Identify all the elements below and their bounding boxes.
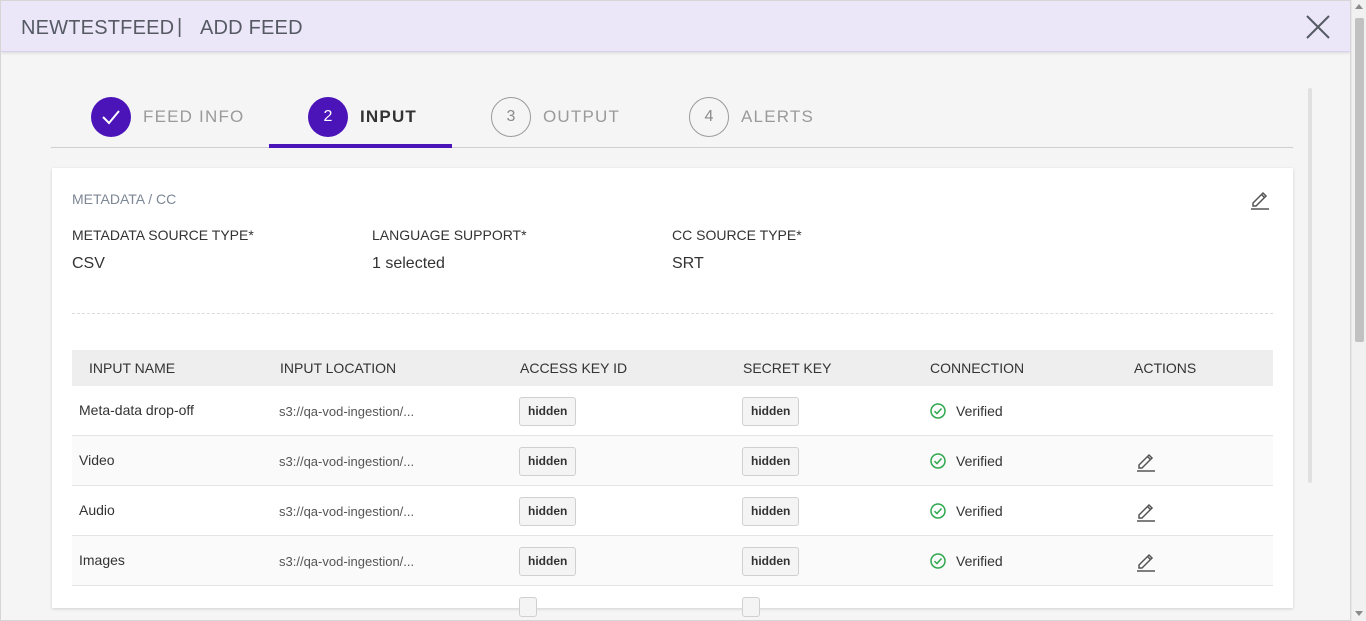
close-icon [1306, 15, 1330, 39]
connection-label: Verified [956, 403, 1003, 419]
column-header: CONNECTION [930, 360, 1025, 376]
tab-output[interactable]: 3 OUTPUT [491, 87, 631, 147]
active-tab-indicator [269, 144, 452, 148]
table-header: INPUT NAME INPUT LOCATION ACCESS KEY ID … [72, 350, 1273, 386]
scroll-up-arrow-icon[interactable] [1355, 4, 1363, 9]
input-name: Meta-data drop-off [79, 402, 194, 418]
check-circle-icon [930, 503, 946, 519]
tab-input[interactable]: 2 INPUT [308, 87, 448, 147]
access-key-reveal[interactable]: hidden [519, 497, 577, 526]
edit-input-button[interactable] [1135, 500, 1157, 522]
secret-key-reveal[interactable]: hidden [742, 397, 800, 426]
secret-key-reveal[interactable]: hidden [742, 447, 800, 476]
secret-key-reveal[interactable]: hidden [742, 547, 800, 576]
connection-status: Verified [930, 553, 1003, 569]
input-location: s3://qa-vod-ingestion/... [279, 554, 415, 569]
header-separator: | [177, 16, 183, 38]
scroll-down-arrow-icon[interactable] [1355, 611, 1363, 616]
edit-input-button[interactable] [1135, 550, 1157, 572]
connection-status: Verified [930, 503, 1003, 519]
secret-key-reveal[interactable]: hidden [742, 497, 800, 526]
pencil-icon [1251, 191, 1269, 210]
tab-label: INPUT [360, 107, 417, 126]
inputs-table: INPUT NAME INPUT LOCATION ACCESS KEY ID … [72, 350, 1273, 617]
access-key-reveal[interactable]: hidden [519, 447, 577, 476]
field-value: SRT [672, 255, 704, 272]
edit-input-button[interactable] [1135, 450, 1157, 472]
connection-label: Verified [956, 453, 1003, 469]
connection-status: Verified [930, 403, 1003, 419]
tab-alerts[interactable]: 4 ALERTS [689, 87, 829, 147]
table-row: Video s3://qa-vod-ingestion/... hidden h… [72, 436, 1273, 486]
metadata-cc-card: METADATA / CC METADATA SOURCE TYPE* CSV … [52, 168, 1293, 617]
field-label: LANGUAGE SUPPORT* [372, 227, 527, 243]
input-name: Images [79, 552, 125, 568]
dialog-header: NEWTESTFEED | ADD FEED [1, 1, 1350, 52]
pencil-icon [1137, 453, 1155, 472]
card-title: METADATA / CC [72, 191, 177, 207]
check-circle-icon [930, 403, 946, 419]
add-feed-dialog: NEWTESTFEED | ADD FEED FEED INFO 2 INPUT… [0, 0, 1351, 621]
secret-key-reveal[interactable] [742, 597, 760, 617]
table-row [72, 586, 1273, 617]
cc-source-type: CC SOURCE TYPE* SRT [672, 227, 802, 273]
metadata-source-type: METADATA SOURCE TYPE* CSV [72, 227, 254, 273]
step-1-badge [91, 97, 131, 137]
table-row: Images s3://qa-vod-ingestion/... hidden … [72, 536, 1273, 586]
access-key-reveal[interactable]: hidden [519, 547, 577, 576]
connection-label: Verified [956, 503, 1003, 519]
content-scrollbar[interactable] [1308, 88, 1312, 483]
check-circle-icon [930, 453, 946, 469]
field-value: CSV [72, 255, 105, 272]
tab-feed-info[interactable]: FEED INFO [91, 87, 251, 147]
input-location: s3://qa-vod-ingestion/... [279, 504, 415, 519]
tab-label: OUTPUT [543, 107, 621, 126]
feed-name: NEWTESTFEED [21, 17, 175, 39]
input-location: s3://qa-vod-ingestion/... [279, 454, 415, 469]
field-label: CC SOURCE TYPE* [672, 227, 802, 243]
input-name: Audio [79, 502, 115, 518]
page-scrollbar[interactable] [1351, 0, 1366, 621]
input-location: s3://qa-vod-ingestion/... [279, 404, 415, 419]
step-4-badge: 4 [689, 97, 729, 137]
connection-status: Verified [930, 453, 1003, 469]
pencil-icon [1137, 503, 1155, 522]
stepper-tabs: FEED INFO 2 INPUT 3 OUTPUT 4 ALERTS [51, 87, 1293, 148]
column-header: SECRET KEY [743, 360, 832, 376]
scrollbar-thumb[interactable] [1355, 18, 1364, 342]
table-row: Audio s3://qa-vod-ingestion/... hidden h… [72, 486, 1273, 536]
step-2-badge: 2 [308, 97, 348, 137]
step-3-badge: 3 [491, 97, 531, 137]
column-header: INPUT LOCATION [280, 360, 397, 376]
dialog-title: ADD FEED [200, 17, 303, 39]
access-key-reveal[interactable]: hidden [519, 397, 577, 426]
table-row: Meta-data drop-off s3://qa-vod-ingestion… [72, 386, 1273, 436]
check-icon [102, 110, 120, 125]
input-name: Video [79, 452, 115, 468]
close-button[interactable] [1304, 13, 1332, 41]
edit-section-button[interactable] [1249, 188, 1271, 210]
field-label: METADATA SOURCE TYPE* [72, 227, 254, 243]
language-support: LANGUAGE SUPPORT* 1 selected [372, 227, 527, 273]
tab-label: ALERTS [741, 107, 815, 126]
field-value: 1 selected [372, 255, 445, 272]
column-header: ACTIONS [1134, 360, 1197, 376]
pencil-icon [1137, 553, 1155, 572]
access-key-reveal[interactable] [519, 597, 537, 617]
tab-label: FEED INFO [143, 107, 245, 126]
divider [72, 313, 1273, 314]
column-header: INPUT NAME [89, 360, 176, 376]
column-header: ACCESS KEY ID [520, 360, 628, 376]
check-circle-icon [930, 553, 946, 569]
connection-label: Verified [956, 553, 1003, 569]
